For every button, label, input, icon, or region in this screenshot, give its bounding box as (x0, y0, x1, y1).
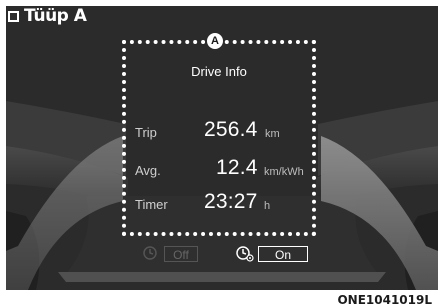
figure-code: ONE1041019L (337, 293, 432, 307)
clock-icon (143, 246, 157, 260)
callout-marker: A (207, 33, 223, 49)
trip-value: 256.4 (204, 118, 258, 141)
timer-unit: h (264, 200, 271, 212)
timer-value: 23:27 (204, 190, 258, 213)
avg-label: Avg. (135, 163, 161, 178)
panel-title: Drive Info (191, 64, 247, 79)
trip-label: Trip (135, 125, 157, 140)
trip-unit: km (265, 128, 280, 140)
avg-unit: km/kWh (264, 166, 304, 178)
on-button[interactable]: On (258, 246, 308, 262)
type-label: Tüüp A (8, 6, 87, 26)
clock-gear-icon (236, 246, 254, 262)
type-label-text: Tüüp A (24, 6, 87, 26)
avg-value: 12.4 (216, 156, 258, 179)
timer-label: Timer (135, 197, 168, 212)
off-button[interactable]: Off (164, 246, 198, 262)
checkbox-icon (8, 10, 19, 22)
figure-frame: Tüüp A A Drive Info Trip 256.4 km Avg. 1… (0, 0, 444, 308)
